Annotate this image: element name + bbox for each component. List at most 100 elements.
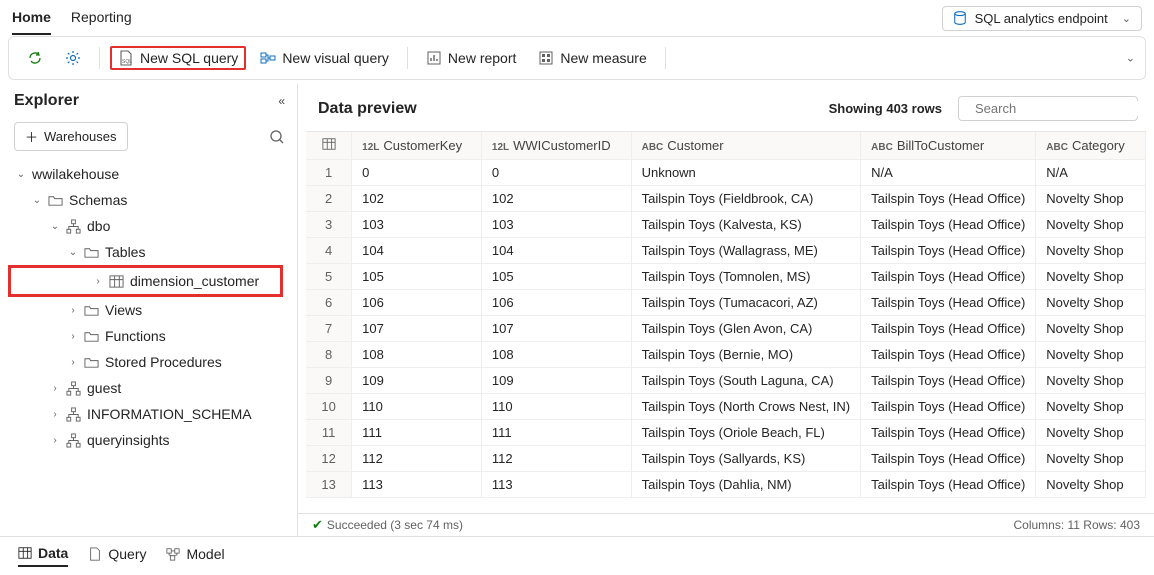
settings-button[interactable] <box>57 46 89 70</box>
footer-tab-data[interactable]: Data <box>18 545 68 567</box>
tree-node-sprocs[interactable]: › Stored Procedures <box>4 349 287 375</box>
collapse-explorer-button[interactable]: « <box>278 94 285 108</box>
endpoint-dropdown[interactable]: SQL analytics endpoint ⌄ <box>942 6 1142 31</box>
folder-icon <box>84 245 99 260</box>
add-warehouses-button[interactable]: ＋ Warehouses <box>14 122 128 151</box>
new-report-button[interactable]: New report <box>418 46 524 70</box>
table-row[interactable]: 2102102Tailspin Toys (Fieldbrook, CA)Tai… <box>306 186 1146 212</box>
tree-label: queryinsights <box>87 432 170 448</box>
endpoint-label: SQL analytics endpoint <box>975 11 1108 26</box>
cell: Novelty Shop <box>1036 368 1146 394</box>
cell: Novelty Shop <box>1036 316 1146 342</box>
search-icon[interactable] <box>269 129 285 145</box>
type-long-icon: 12L <box>362 142 379 153</box>
preview-search[interactable] <box>958 96 1138 121</box>
table-row[interactable]: 6106106Tailspin Toys (Tumacacori, AZ)Tai… <box>306 290 1146 316</box>
table-row[interactable]: 10110110Tailspin Toys (North Crows Nest,… <box>306 394 1146 420</box>
col-customerkey[interactable]: 12LCustomerKey <box>352 132 482 160</box>
model-icon <box>166 547 180 561</box>
cell: 104 <box>352 238 482 264</box>
table-row[interactable]: 4104104Tailspin Toys (Wallagrass, ME)Tai… <box>306 238 1146 264</box>
tree-node-dimension-customer[interactable]: › dimension_customer <box>8 265 283 297</box>
folder-icon <box>48 193 63 208</box>
cell: Tailspin Toys (Head Office) <box>861 368 1036 394</box>
cell: Tailspin Toys (Dahlia, NM) <box>631 472 861 498</box>
col-billtocustomer[interactable]: ABCBillToCustomer <box>861 132 1036 160</box>
row-number: 2 <box>306 186 352 212</box>
divider <box>665 47 666 69</box>
tree-node-schemas[interactable]: ⌄ Schemas <box>4 187 287 213</box>
row-number: 8 <box>306 342 352 368</box>
tree-node-information-schema[interactable]: › INFORMATION_SCHEMA <box>4 401 287 427</box>
new-sql-query-button[interactable]: SQL New SQL query <box>110 46 246 70</box>
row-count-label: Showing 403 rows <box>829 101 942 116</box>
tree-node-views[interactable]: › Views <box>4 297 287 323</box>
cell: 103 <box>481 212 631 238</box>
cell: Novelty Shop <box>1036 394 1146 420</box>
table-icon <box>109 274 124 289</box>
footer-tab-model[interactable]: Model <box>166 545 224 567</box>
tree-node-tables[interactable]: ⌄ Tables <box>4 239 287 265</box>
cell: 108 <box>481 342 631 368</box>
table-row[interactable]: 7107107Tailspin Toys (Glen Avon, CA)Tail… <box>306 316 1146 342</box>
cell: 107 <box>481 316 631 342</box>
tab-reporting[interactable]: Reporting <box>71 1 132 35</box>
table-row[interactable]: 100UnknownN/AN/A <box>306 160 1146 186</box>
chevron-down-icon: ⌄ <box>50 221 60 232</box>
chevron-right-icon: › <box>50 435 60 446</box>
row-number: 3 <box>306 212 352 238</box>
new-measure-button[interactable]: New measure <box>530 46 654 70</box>
table-row[interactable]: 5105105Tailspin Toys (Tomnolen, MS)Tails… <box>306 264 1146 290</box>
chevron-right-icon: › <box>50 409 60 420</box>
table-row[interactable]: 9109109Tailspin Toys (South Laguna, CA)T… <box>306 368 1146 394</box>
tree-node-functions[interactable]: › Functions <box>4 323 287 349</box>
footer-tab-query[interactable]: Query <box>88 545 146 567</box>
refresh-button[interactable] <box>19 46 51 70</box>
cell: 109 <box>352 368 482 394</box>
data-grid[interactable]: 12LCustomerKey 12LWWICustomerID ABCCusto… <box>306 131 1146 513</box>
col-label: BillToCustomer <box>897 138 984 153</box>
tab-home[interactable]: Home <box>12 1 51 35</box>
row-number: 11 <box>306 420 352 446</box>
cell: 0 <box>481 160 631 186</box>
table-row[interactable]: 13113113Tailspin Toys (Dahlia, NM)Tailsp… <box>306 472 1146 498</box>
tree-node-database[interactable]: ⌄ wwilakehouse <box>4 161 287 187</box>
tree-node-queryinsights[interactable]: › queryinsights <box>4 427 287 453</box>
table-row[interactable]: 3103103Tailspin Toys (Kalvesta, KS)Tails… <box>306 212 1146 238</box>
cell: Tailspin Toys (Oriole Beach, FL) <box>631 420 861 446</box>
chevron-right-icon: › <box>68 305 78 316</box>
svg-text:SQL: SQL <box>122 59 132 65</box>
schema-icon <box>66 433 81 448</box>
schema-icon <box>66 381 81 396</box>
cell: 105 <box>352 264 482 290</box>
cell: Novelty Shop <box>1036 238 1146 264</box>
table-icon <box>322 137 336 151</box>
search-input[interactable] <box>975 101 1151 116</box>
cell: 102 <box>352 186 482 212</box>
chevron-right-icon: › <box>50 383 60 394</box>
new-visual-query-button[interactable]: New visual query <box>252 46 397 70</box>
tree-node-dbo[interactable]: ⌄ dbo <box>4 213 287 239</box>
footer-tab-label: Data <box>38 545 68 561</box>
row-number: 7 <box>306 316 352 342</box>
col-wwicustomerid[interactable]: 12LWWICustomerID <box>481 132 631 160</box>
divider <box>99 47 100 69</box>
new-visual-query-label: New visual query <box>282 50 389 66</box>
tree-node-guest[interactable]: › guest <box>4 375 287 401</box>
col-customer[interactable]: ABCCustomer <box>631 132 861 160</box>
cell: Tailspin Toys (Head Office) <box>861 238 1036 264</box>
cell: Tailspin Toys (Tomnolen, MS) <box>631 264 861 290</box>
table-row[interactable]: 12112112Tailspin Toys (Sallyards, KS)Tai… <box>306 446 1146 472</box>
table-row[interactable]: 8108108Tailspin Toys (Bernie, MO)Tailspi… <box>306 342 1146 368</box>
explorer-panel: Explorer « ＋ Warehouses ⌄ wwilakehouse ⌄… <box>0 84 298 536</box>
row-number: 12 <box>306 446 352 472</box>
table-row[interactable]: 11111111Tailspin Toys (Oriole Beach, FL)… <box>306 420 1146 446</box>
chevron-down-icon: ⌄ <box>16 169 26 180</box>
cell: Tailspin Toys (Head Office) <box>861 212 1036 238</box>
tree-label: guest <box>87 380 121 396</box>
cell: Tailspin Toys (North Crows Nest, IN) <box>631 394 861 420</box>
col-category[interactable]: ABCCategory <box>1036 132 1146 160</box>
folder-icon <box>84 355 99 370</box>
toolbar-overflow-chevron[interactable]: ⌄ <box>1126 52 1135 65</box>
report-icon <box>426 50 442 66</box>
